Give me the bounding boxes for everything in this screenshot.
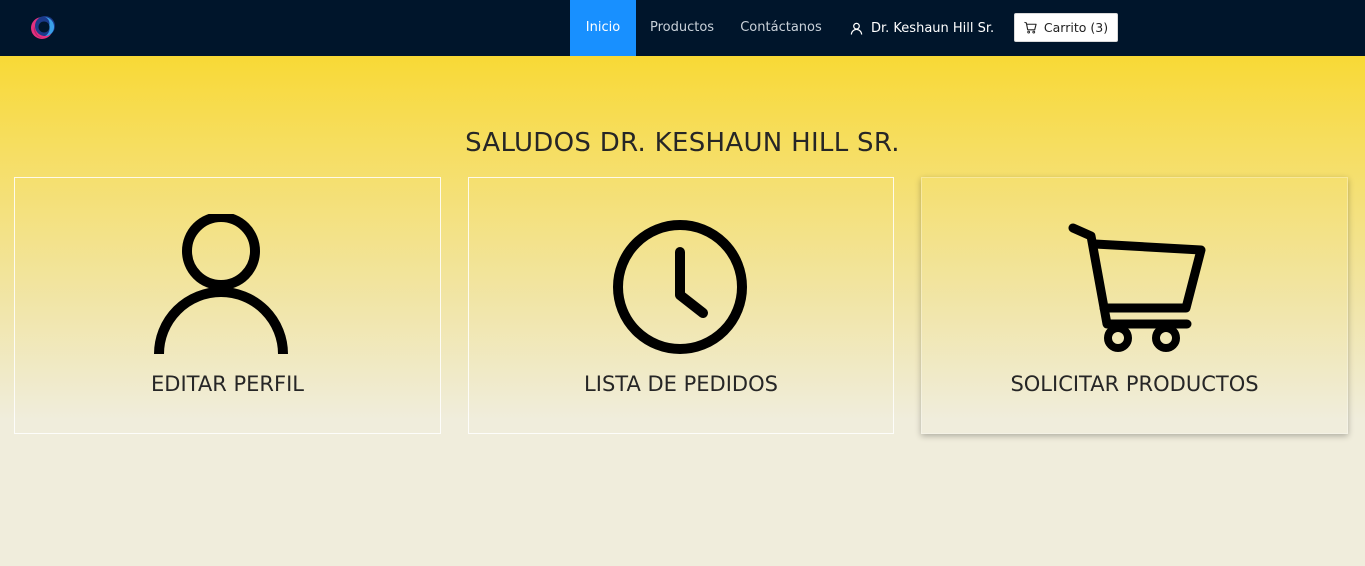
edit-profile-card[interactable]: EDITAR PERFIL xyxy=(14,177,441,434)
nav-item-productos[interactable]: Productos xyxy=(641,0,723,56)
clock-icon xyxy=(613,220,747,354)
top-navbar: Inicio Productos Contáctanos Dr. Keshaun… xyxy=(0,0,1365,56)
page-title: SALUDOS DR. KESHAUN HILL SR. xyxy=(465,128,900,158)
user-icon xyxy=(153,214,288,355)
cart-button[interactable]: Carrito (3) xyxy=(1014,13,1118,42)
cart-label: Carrito (3) xyxy=(1043,20,1109,35)
order-list-card[interactable]: LISTA DE PEDIDOS xyxy=(468,177,894,434)
nav-item-inicio[interactable]: Inicio xyxy=(570,0,636,56)
card-label: SOLICITAR PRODUCTOS xyxy=(1010,372,1259,396)
logo-icon[interactable] xyxy=(28,12,58,42)
cart-icon xyxy=(1068,223,1205,352)
user-name: Dr. Keshaun Hill Sr. xyxy=(871,20,995,36)
request-products-card[interactable]: SOLICITAR PRODUCTOS xyxy=(921,177,1348,434)
nav-item-contactanos[interactable]: Contáctanos xyxy=(733,0,829,56)
user-menu[interactable]: Dr. Keshaun Hill Sr. xyxy=(850,0,994,56)
cart-icon xyxy=(1024,21,1037,34)
card-label: LISTA DE PEDIDOS xyxy=(584,372,778,396)
card-label: EDITAR PERFIL xyxy=(151,372,304,396)
user-icon xyxy=(850,22,863,35)
